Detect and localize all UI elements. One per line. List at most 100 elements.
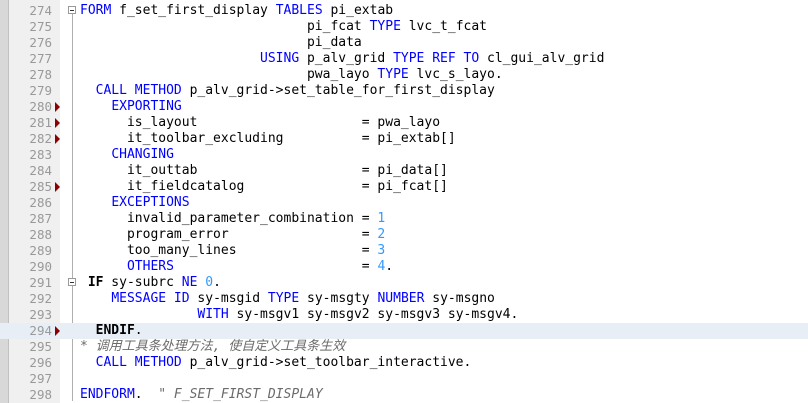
code-text[interactable]: is_layout = pwa_layo — [80, 115, 440, 131]
code-token: TYPE REF TO — [393, 51, 480, 66]
code-text[interactable]: IF sy-subrc NE 0. — [80, 275, 221, 291]
code-text[interactable]: CHANGING — [80, 147, 174, 163]
fold-toggle-icon[interactable] — [68, 278, 76, 286]
code-text[interactable]: EXPORTING — [80, 99, 182, 115]
code-token: too_many_lines = — [80, 243, 378, 258]
line-number: 296 — [29, 355, 52, 370]
code-token: it_outtab = pi_data[] — [80, 163, 448, 178]
code-line[interactable]: 277 USING p_alv_grid TYPE REF TO cl_gui_… — [0, 51, 808, 67]
code-line[interactable]: 280 EXPORTING — [0, 99, 808, 115]
code-token: p_alv_grid->set_table_for_first_display — [181, 83, 495, 98]
code-token: lvc_s_layo. — [408, 67, 503, 82]
code-line[interactable]: 295 * 调用工具条处理方法, 使自定义工具条生效 — [0, 339, 808, 355]
code-token: p_alv_grid — [299, 51, 394, 66]
code-text[interactable]: too_many_lines = 3 — [80, 243, 385, 259]
code-lines[interactable]: 274 FORM f_set_first_display TABLES pi_ex… — [0, 0, 808, 403]
code-token: . — [134, 323, 143, 338]
code-text[interactable]: pi_data — [80, 35, 362, 51]
code-token: is_layout = pwa_layo — [80, 115, 441, 130]
code-text[interactable]: USING p_alv_grid TYPE REF TO cl_gui_alv_… — [80, 51, 604, 67]
code-line[interactable]: 287 invalid_parameter_combination = 1 — [0, 211, 808, 227]
line-number: 287 — [29, 211, 52, 226]
code-line[interactable]: 297 — [0, 371, 808, 387]
code-text[interactable]: invalid_parameter_combination = 1 — [80, 211, 385, 227]
line-number: 290 — [29, 259, 52, 274]
line-number: 288 — [29, 227, 52, 242]
fold-toggle-icon[interactable] — [68, 6, 76, 14]
line-number: 279 — [29, 83, 52, 98]
code-token: sy-subrc — [103, 275, 182, 290]
code-line[interactable]: 282 it_toolbar_excluding = pi_extab[] — [0, 131, 808, 147]
code-token: NE — [181, 275, 198, 290]
code-text[interactable]: * 调用工具条处理方法, 使自定义工具条生效 — [80, 339, 345, 355]
code-line[interactable]: 296 CALL METHOD p_alv_grid->set_toolbar_… — [0, 355, 808, 371]
code-token: EXPORTING — [111, 99, 182, 114]
breakpoint-marker-icon[interactable] — [55, 182, 60, 192]
code-text[interactable]: it_fieldcatalog = pi_fcat[] — [80, 179, 448, 195]
code-line[interactable]: 284 it_outtab = pi_data[] — [0, 163, 808, 179]
code-line[interactable]: 292 MESSAGE ID sy-msgid TYPE sy-msgty NU… — [0, 291, 808, 307]
code-text[interactable]: program_error = 2 — [80, 227, 385, 243]
code-token: NUMBER — [377, 291, 425, 306]
code-editor[interactable]: 274 FORM f_set_first_display TABLES pi_ex… — [0, 0, 808, 403]
code-line[interactable]: 289 too_many_lines = 3 — [0, 243, 808, 259]
code-line[interactable]: 285 it_fieldcatalog = pi_fcat[] — [0, 179, 808, 195]
line-number: 293 — [29, 307, 52, 322]
code-token: cl_gui_alv_grid — [479, 51, 605, 66]
breakpoint-marker-icon[interactable] — [55, 326, 60, 336]
code-token: 3 — [377, 243, 386, 258]
code-token: IF — [87, 275, 104, 290]
code-token: . — [134, 387, 159, 402]
code-line[interactable]: 298 ENDFORM. " F_SET_FIRST_DISPLAY — [0, 387, 808, 403]
code-token: sy-msgno — [424, 291, 495, 306]
code-text[interactable]: it_toolbar_excluding = pi_extab[] — [80, 131, 456, 147]
line-number: 284 — [29, 163, 52, 178]
code-token: OTHERS — [126, 259, 174, 274]
code-line[interactable]: 276 pi_data — [0, 35, 808, 51]
code-text[interactable]: pi_fcat TYPE lvc_t_fcat — [80, 19, 487, 35]
code-text[interactable]: it_outtab = pi_data[] — [80, 163, 448, 179]
code-token: " F_SET_FIRST_DISPLAY — [158, 387, 323, 402]
code-line[interactable]: 274 FORM f_set_first_display TABLES pi_ex… — [0, 3, 808, 19]
code-line[interactable]: 278 pwa_layo TYPE lvc_s_layo. — [0, 67, 808, 83]
code-token: program_error = — [80, 227, 378, 242]
code-text[interactable]: MESSAGE ID sy-msgid TYPE sy-msgty NUMBER… — [80, 291, 495, 307]
code-text[interactable]: WITH sy-msgv1 sy-msgv2 sy-msgv3 sy-msgv4… — [80, 307, 518, 323]
code-text[interactable]: CALL METHOD p_alv_grid->set_table_for_fi… — [80, 83, 495, 99]
code-line[interactable]: 294 ENDIF. — [0, 323, 808, 339]
code-line[interactable]: 286 EXCEPTIONS — [0, 195, 808, 211]
code-line[interactable]: 281 is_layout = pwa_layo — [0, 115, 808, 131]
line-number: 281 — [29, 115, 52, 130]
line-number: 282 — [29, 131, 52, 146]
code-text[interactable]: EXCEPTIONS — [80, 195, 189, 211]
code-token: CALL METHOD — [95, 355, 182, 370]
code-token: 0 — [205, 275, 214, 290]
code-line[interactable]: 275 pi_fcat TYPE lvc_t_fcat — [0, 19, 808, 35]
line-number: 295 — [29, 339, 52, 354]
code-token: CALL METHOD — [95, 83, 182, 98]
line-number: 277 — [29, 51, 52, 66]
code-line[interactable]: 291 IF sy-subrc NE 0. — [0, 275, 808, 291]
code-text[interactable]: FORM f_set_first_display TABLES pi_extab — [80, 3, 393, 19]
code-text[interactable]: ENDIF. — [80, 323, 143, 339]
code-token: p_alv_grid->set_toolbar_interactive. — [181, 355, 472, 370]
line-number: 285 — [29, 179, 52, 194]
code-token: . — [385, 259, 394, 274]
code-text[interactable]: CALL METHOD p_alv_grid->set_toolbar_inte… — [80, 355, 472, 371]
breakpoint-marker-icon[interactable] — [55, 134, 60, 144]
breakpoint-marker-icon[interactable] — [55, 118, 60, 128]
breakpoint-marker-icon[interactable] — [55, 102, 60, 112]
code-text[interactable]: ENDFORM. " F_SET_FIRST_DISPLAY — [80, 387, 323, 403]
code-line[interactable]: 290 OTHERS = 4. — [0, 259, 808, 275]
code-line[interactable]: 283 CHANGING — [0, 147, 808, 163]
code-line[interactable]: 279 CALL METHOD p_alv_grid->set_table_fo… — [0, 83, 808, 99]
code-text[interactable]: pwa_layo TYPE lvc_s_layo. — [80, 67, 503, 83]
code-line[interactable]: 293 WITH sy-msgv1 sy-msgv2 sy-msgv3 sy-m… — [0, 307, 808, 323]
code-text[interactable]: OTHERS = 4. — [80, 259, 393, 275]
code-line[interactable]: 288 program_error = 2 — [0, 227, 808, 243]
